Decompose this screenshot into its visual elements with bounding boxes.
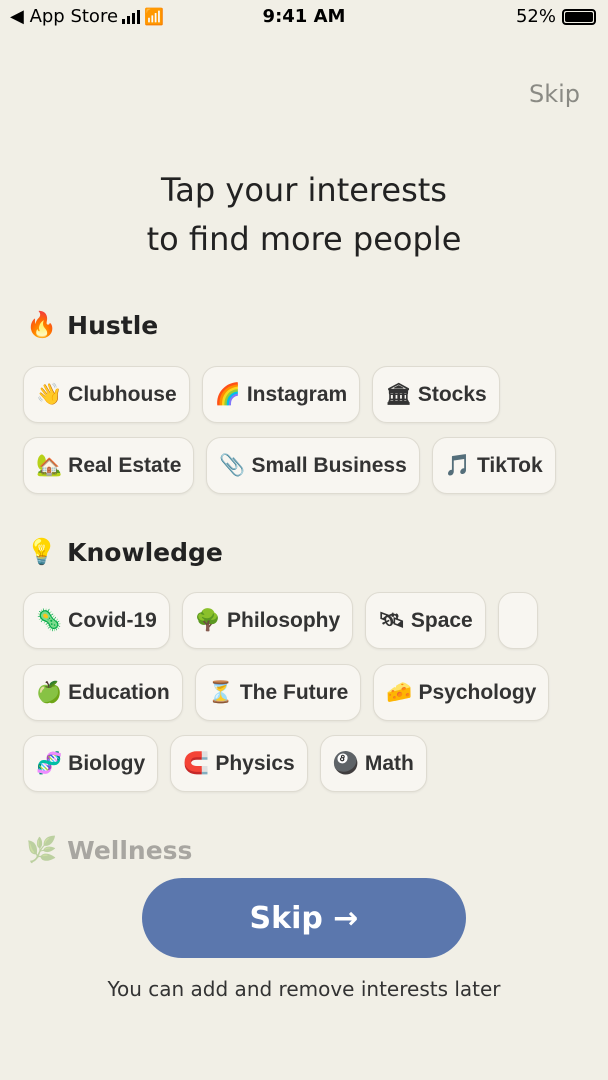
chip-real-estate[interactable]: 🏡 Real Estate [23,437,195,494]
section-title: Hustle [67,310,159,340]
chip-label: TikTok [476,453,543,477]
fire-icon: 🔥 [26,310,58,339]
chip-label: Biology [68,751,146,775]
chip-space[interactable]: 🛰 Space [365,592,486,649]
satellite-icon: 🛰 [378,608,405,632]
virus-icon: 🦠 [36,608,63,632]
magnet-icon: 🧲 [183,751,210,775]
chip-row[interactable]: 🧬 Biology 🧲 Physics 🎱 Math [23,735,593,792]
apple-icon: 🍏 [36,680,63,704]
chip-label: Stocks [417,382,487,406]
chip-row[interactable]: 🦠 Covid-19 🌳 Philosophy 🛰 Space [23,592,593,649]
chip-label: Covid-19 [68,608,157,632]
chip-biology[interactable]: 🧬 Biology [23,735,159,792]
dna-icon: 🧬 [36,751,63,775]
chip-label: Small Business [251,453,407,477]
skip-link[interactable]: Skip [529,80,580,108]
chip-clubhouse[interactable]: 👋 Clubhouse [23,366,190,423]
chip-instagram[interactable]: 🌈 Instagram [201,366,361,423]
section-knowledge: 💡 Knowledge [26,537,223,567]
chip-physics[interactable]: 🧲 Physics [170,735,308,792]
chip-label: Psychology [418,680,537,704]
cheese-icon: 🧀 [386,680,413,704]
chip-row[interactable]: 🏡 Real Estate 📎 Small Business 🎵 TikTok [23,437,593,494]
section-hustle: 🔥 Hustle [26,310,158,340]
rainbow-icon: 🌈 [214,382,241,406]
chip-label: Space [410,608,473,632]
chip-row[interactable]: 🍏 Education ⏳ The Future 🧀 Psychology [23,664,593,721]
page-title: Tap your interests to find more people [0,166,608,264]
tree-icon: 🌳 [194,608,221,632]
skip-button[interactable]: Skip → [142,878,466,958]
title-line-1: Tap your interests [161,171,447,209]
chip-tiktok[interactable]: 🎵 TikTok [431,437,556,494]
chip-psychology[interactable]: 🧀 Psychology [373,664,550,721]
chip-label: Math [364,751,414,775]
battery-percent: 52% [515,6,556,27]
hourglass-icon: ⏳ [207,680,234,704]
chip-education[interactable]: 🍏 Education [23,664,183,721]
chip-row[interactable]: 👋 Clubhouse 🌈 Instagram 🏛 Stocks [23,366,593,423]
chip-label: Physics [215,751,295,775]
chip-label: The Future [239,680,349,704]
chip-stocks[interactable]: 🏛 Stocks [372,366,500,423]
eight-ball-icon: 🎱 [332,751,359,775]
chip-label: Education [68,680,170,704]
house-icon: 🏡 [36,453,63,477]
lightbulb-icon: 💡 [26,537,58,566]
bank-icon: 🏛 [385,382,412,406]
paperclip-icon: 📎 [219,453,246,477]
battery-icon [562,8,596,25]
footer-note: You can add and remove interests later [107,977,501,1001]
chip-label: Philosophy [227,608,341,632]
chip-label: Instagram [246,382,348,406]
chip-small-business[interactable]: 📎 Small Business [206,437,420,494]
herb-icon: 🌿 [26,835,58,864]
chip-label: Real Estate [68,453,182,477]
waving-hand-icon: 👋 [36,382,63,406]
chip-math[interactable]: 🎱 Math [319,735,427,792]
music-note-icon: 🎵 [444,453,471,477]
section-title: Wellness [67,835,193,865]
section-title: Knowledge [67,537,223,567]
status-bar: ◀ App Store 📶 9:41 AM 52% [0,0,608,34]
chip-covid-19[interactable]: 🦠 Covid-19 [23,592,170,649]
chip-offscreen[interactable] [497,592,538,649]
title-line-2: to find more people [146,220,462,258]
chip-philosophy[interactable]: 🌳 Philosophy [181,592,354,649]
chip-label: Clubhouse [68,382,177,406]
section-wellness: 🌿 Wellness [26,835,192,865]
chip-the-future[interactable]: ⏳ The Future [194,664,362,721]
